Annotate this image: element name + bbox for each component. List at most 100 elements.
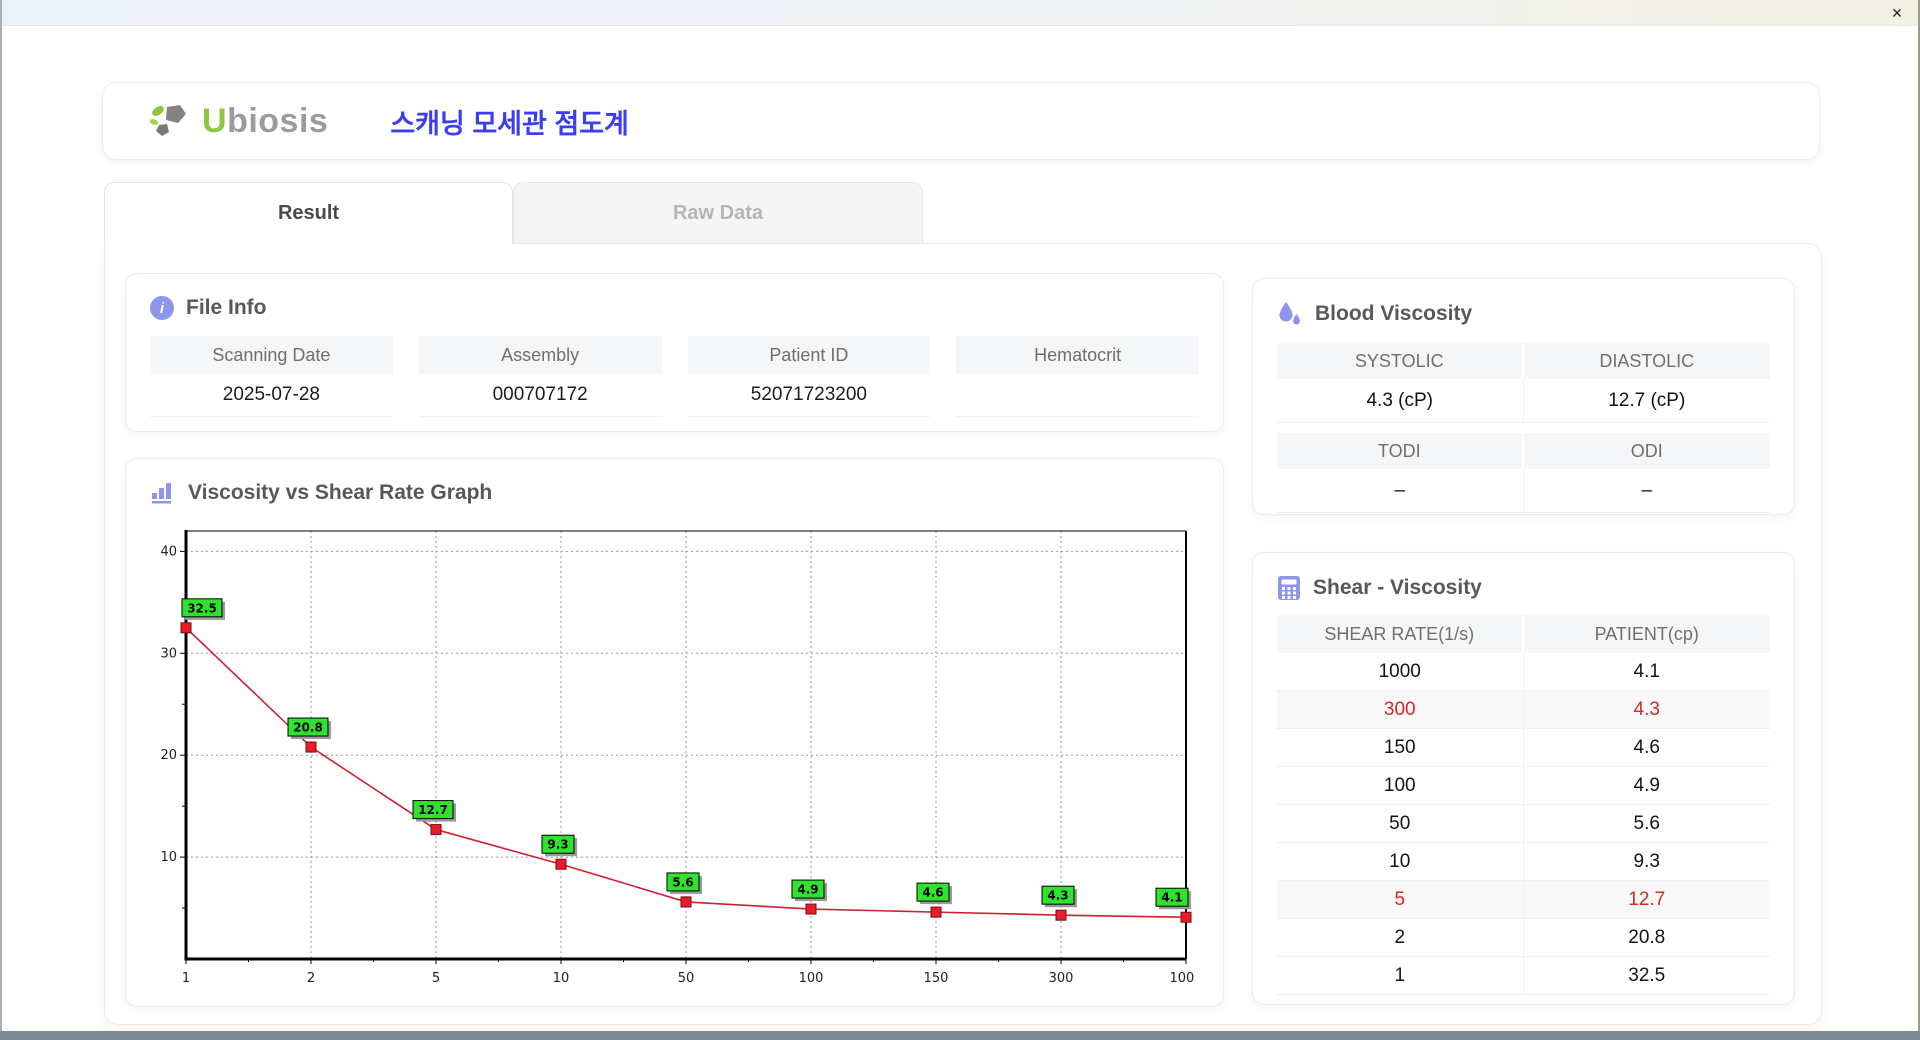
table-row: 2 20.8	[1277, 919, 1770, 957]
bar-chart-icon	[152, 483, 171, 504]
shear-table-header-row: SHEAR RATE(1/s) PATIENT(cp)	[1277, 615, 1770, 653]
svg-text:2: 2	[307, 971, 315, 986]
patient-viscosity-cell: 9.3	[1523, 843, 1770, 881]
svg-text:1: 1	[182, 971, 190, 986]
svg-text:32.5: 32.5	[187, 601, 217, 615]
file-info-label: Assembly	[418, 336, 662, 374]
graph-title-row: Viscosity vs Shear Rate Graph	[150, 481, 1199, 505]
svg-text:4.1: 4.1	[1161, 891, 1182, 905]
brand-logo: Ubiosis	[149, 101, 328, 141]
tab-raw-data[interactable]: Raw Data	[513, 182, 923, 244]
svg-text:9.3: 9.3	[547, 838, 568, 852]
svg-text:100: 100	[799, 971, 824, 986]
viscosity-graph-panel: Viscosity vs Shear Rate Graph 10 20 30 40 1 2…	[125, 458, 1224, 1007]
shear-viscosity-title-row: Shear - Viscosity	[1277, 575, 1770, 601]
patient-viscosity-cell: 32.5	[1523, 957, 1770, 995]
patient-viscosity-cell: 20.8	[1523, 919, 1770, 957]
file-info-title: File Info	[186, 296, 267, 319]
table-row: 1 32.5	[1277, 957, 1770, 995]
svg-text:5.6: 5.6	[672, 875, 693, 889]
bv-header-odi: ODI	[1523, 433, 1770, 469]
bv-value-diastolic: 12.7 (cP)	[1523, 379, 1770, 423]
shear-table-column-header: SHEAR RATE(1/s)	[1277, 615, 1524, 653]
svg-text:5: 5	[432, 971, 440, 986]
svg-text:4.3: 4.3	[1047, 889, 1068, 903]
file-info-field-patient-id: Patient ID 52071723200	[687, 336, 931, 417]
patient-viscosity-cell: 12.7	[1523, 881, 1770, 919]
calculator-icon	[1278, 576, 1300, 600]
patient-viscosity-cell: 4.9	[1523, 767, 1770, 805]
bv-header-todi: TODI	[1277, 433, 1524, 469]
file-info-field-hematocrit: Hematocrit	[956, 336, 1199, 417]
chart-wrap: 10 20 30 40 1 2 5 10 50 100 150 300 1000 32.5 20.8 12.7…	[150, 515, 1203, 1008]
tab-result[interactable]: Result	[104, 182, 513, 244]
svg-text:4.9: 4.9	[797, 883, 818, 897]
svg-text:300: 300	[1049, 971, 1074, 986]
window-titlebar: ×	[0, 0, 1920, 26]
bv-value-systolic: 4.3 (cP)	[1277, 379, 1524, 423]
shear-table-column-header: PATIENT(cp)	[1523, 615, 1770, 653]
svg-text:150: 150	[924, 971, 949, 986]
svg-text:20: 20	[160, 748, 177, 763]
app-title-korean: 스캐닝 모세관 점도계	[390, 108, 629, 139]
shear-rate-cell: 10	[1277, 843, 1524, 881]
blood-viscosity-title: Blood Viscosity	[1315, 302, 1473, 325]
file-info-field-assembly: Assembly 000707172	[418, 336, 662, 417]
table-row: 300 4.3	[1277, 691, 1770, 729]
bv-value-odi: –	[1523, 469, 1770, 513]
file-info-title-row: i File Info	[150, 296, 1199, 320]
file-info-value: 52071723200	[687, 374, 931, 417]
viscosity-chart: 10 20 30 40 1 2 5 10 50 100 150 300 1000 32.5 20.8 12.7…	[160, 530, 1203, 986]
file-info-grid: Scanning Date 2025-07-28 Assembly 000707172…	[150, 336, 1199, 417]
shear-rate-cell: 1	[1277, 957, 1524, 995]
table-row: 10 9.3	[1277, 843, 1770, 881]
plot-area	[186, 531, 1186, 959]
table-row: 1000 4.1	[1277, 653, 1770, 691]
file-info-label: Hematocrit	[956, 336, 1199, 374]
window-close-button[interactable]: ×	[1884, 1, 1910, 25]
svg-text:40: 40	[160, 544, 177, 559]
table-row: 150 4.6	[1277, 729, 1770, 767]
shear-rate-cell: 1000	[1277, 653, 1524, 691]
shear-rate-cell: 2	[1277, 919, 1524, 957]
shear-viscosity-title: Shear - Viscosity	[1313, 576, 1482, 599]
shear-rate-cell: 300	[1277, 691, 1524, 729]
bv-header-systolic: SYSTOLIC	[1277, 343, 1524, 379]
file-info-field-scanning-date: Scanning Date 2025-07-28	[150, 336, 393, 417]
blood-viscosity-panel: Blood Viscosity SYSTOLIC DIASTOLIC 4.3 (cP…	[1252, 278, 1795, 515]
shear-viscosity-table: SHEAR RATE(1/s) PATIENT(cp) 1000 4.1 300 4.3 1…	[1277, 615, 1770, 995]
window-bottom-edge	[0, 1031, 1920, 1040]
result-tab-content: i File Info Scanning Date 2025-07-28 Assem…	[104, 243, 1822, 1025]
shear-rate-cell: 50	[1277, 805, 1524, 843]
patient-viscosity-cell: 4.3	[1523, 691, 1770, 729]
shear-rate-cell: 150	[1277, 729, 1524, 767]
shear-rate-cell: 5	[1277, 881, 1524, 919]
bv-value-todi: –	[1277, 469, 1524, 513]
svg-text:10: 10	[553, 971, 570, 986]
table-row: 50 5.6	[1277, 805, 1770, 843]
svg-text:1000: 1000	[1169, 971, 1195, 986]
bv-header-diastolic: DIASTOLIC	[1523, 343, 1770, 379]
svg-text:30: 30	[160, 646, 177, 661]
patient-viscosity-cell: 5.6	[1523, 805, 1770, 843]
graph-title: Viscosity vs Shear Rate Graph	[188, 481, 493, 504]
table-row: 100 4.9	[1277, 767, 1770, 805]
blood-viscosity-title-row: Blood Viscosity	[1277, 301, 1770, 327]
file-info-value: 000707172	[418, 374, 662, 417]
app-header: Ubiosis 스캐닝 모세관 점도계	[102, 82, 1820, 160]
shear-rate-cell: 100	[1277, 767, 1524, 805]
file-info-value	[956, 374, 1199, 417]
patient-viscosity-cell: 4.1	[1523, 653, 1770, 691]
shear-viscosity-panel: Shear - Viscosity SHEAR RATE(1/s) PATIENT…	[1252, 552, 1795, 1005]
svg-text:20.8: 20.8	[293, 721, 323, 735]
svg-text:10: 10	[160, 850, 177, 865]
water-drops-icon	[1279, 302, 1300, 325]
info-icon: i	[150, 296, 174, 320]
file-info-panel: i File Info Scanning Date 2025-07-28 Assem…	[125, 273, 1224, 432]
svg-text:12.7: 12.7	[418, 803, 448, 817]
svg-text:4.6: 4.6	[922, 886, 943, 900]
ubiosis-logo-icon	[149, 105, 186, 136]
blood-viscosity-grid: SYSTOLIC DIASTOLIC 4.3 (cP) 12.7 (cP) TODI OD…	[1277, 343, 1770, 513]
file-info-label: Patient ID	[687, 336, 931, 374]
file-info-value: 2025-07-28	[150, 374, 393, 417]
